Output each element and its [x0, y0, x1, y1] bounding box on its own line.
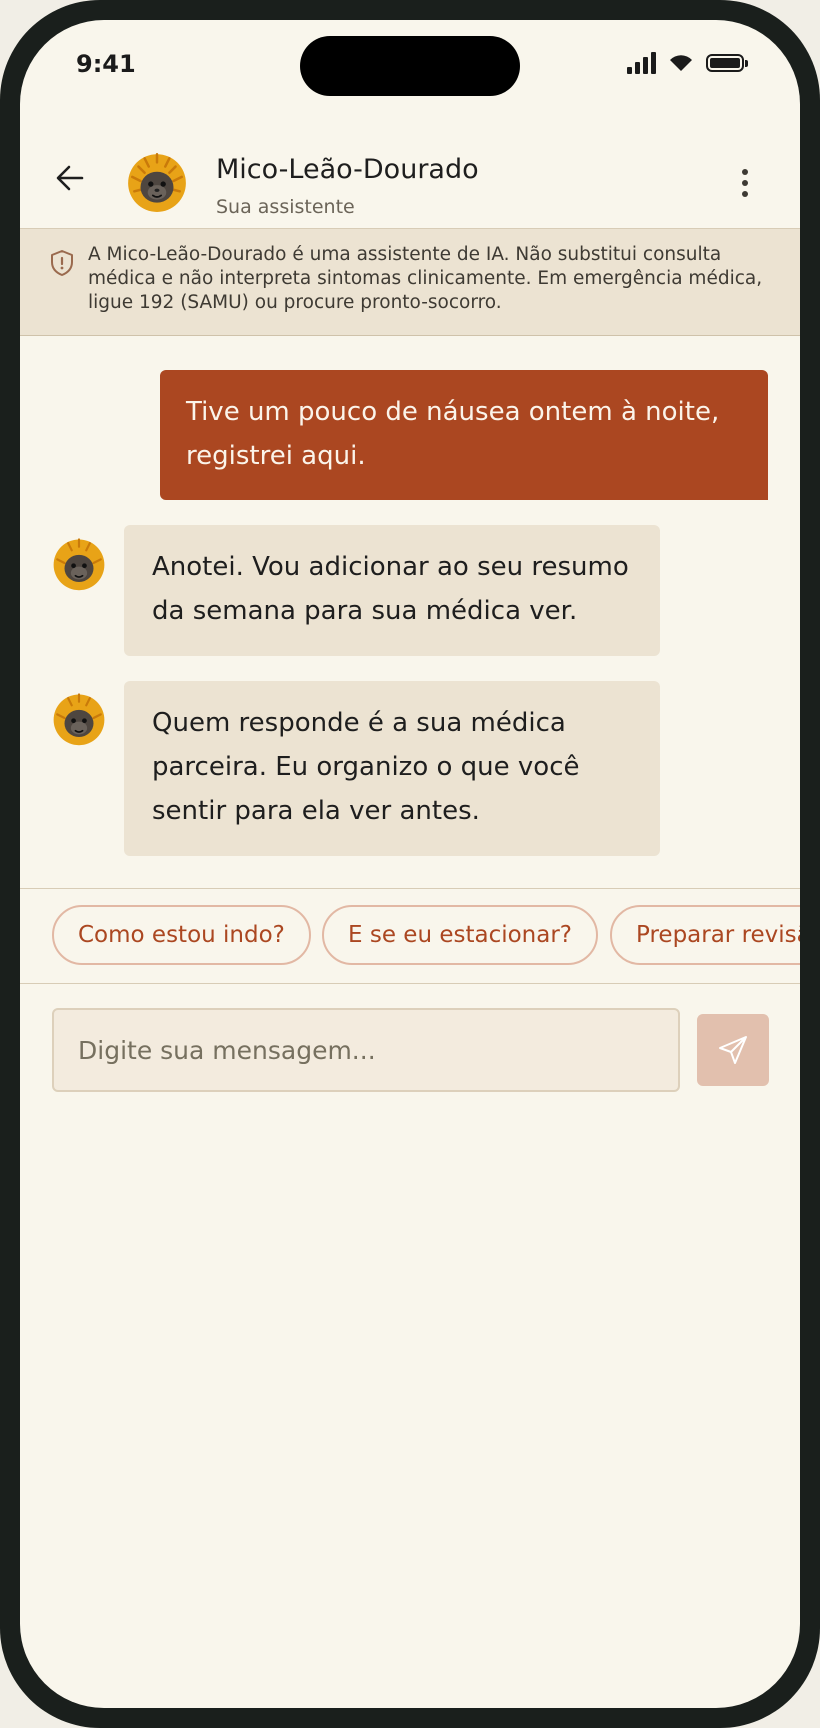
- golden-lion-tamarin-icon: [128, 152, 186, 212]
- cellular-signal-icon: [627, 52, 656, 74]
- message-composer: [52, 1008, 769, 1092]
- assistant-subtitle: Sua assistente: [216, 196, 355, 218]
- battery-icon: [706, 54, 748, 72]
- app-screen: 9:41 Mico-Leão-Dourado Sua assistente A …: [20, 20, 800, 1708]
- user-message: Tive um pouco de náusea ontem à noite, r…: [160, 370, 768, 500]
- status-icons: [627, 52, 748, 74]
- status-time: 9:41: [76, 50, 136, 78]
- ai-disclaimer-banner: A Mico-Leão-Dourado é uma assistente de …: [20, 228, 800, 336]
- assistant-name: Mico-Leão-Dourado: [216, 154, 479, 185]
- assistant-message: Anotei. Vou adicionar ao seu resumo da s…: [124, 525, 660, 656]
- wifi-icon: [670, 55, 692, 71]
- shield-alert-icon: [51, 250, 73, 276]
- golden-lion-tamarin-icon: [53, 693, 105, 746]
- quick-replies: Como estou indo? E se eu estacionar? Pre…: [20, 888, 800, 984]
- phone-frame: 9:41 Mico-Leão-Dourado Sua assistente A …: [0, 0, 820, 1728]
- more-vertical-icon[interactable]: [740, 168, 750, 198]
- dynamic-island: [300, 36, 520, 96]
- golden-lion-tamarin-icon: [53, 538, 105, 591]
- quick-reply-chip[interactable]: Preparar revisão: [610, 905, 800, 965]
- assistant-message: Quem responde é a sua médica parceira. E…: [124, 681, 660, 856]
- quick-reply-chip[interactable]: Como estou indo?: [52, 905, 311, 965]
- send-button[interactable]: [697, 1014, 769, 1086]
- send-icon: [719, 1036, 747, 1064]
- disclaimer-text: A Mico-Leão-Dourado é uma assistente de …: [88, 244, 763, 313]
- arrow-left-icon[interactable]: [54, 162, 86, 194]
- quick-reply-chip[interactable]: E se eu estacionar?: [322, 905, 599, 965]
- message-input[interactable]: [52, 1008, 680, 1092]
